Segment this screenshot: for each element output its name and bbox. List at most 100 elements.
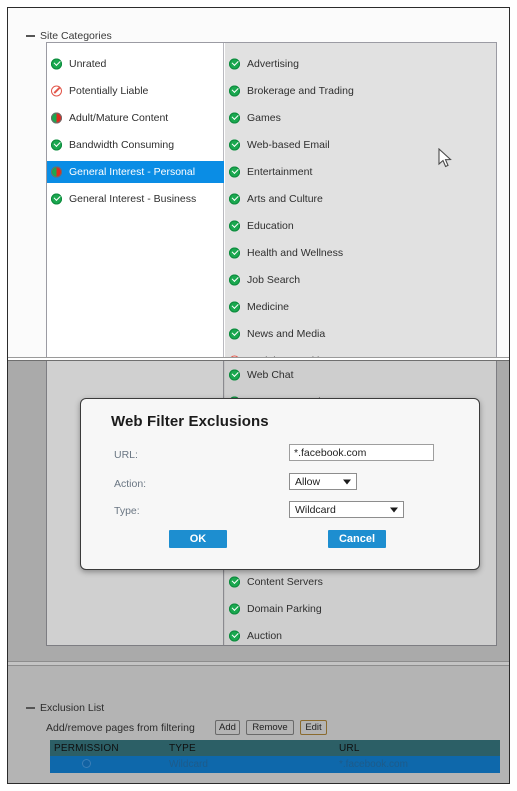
type-select[interactable]: Wildcard xyxy=(289,501,404,518)
category-group-item[interactable]: Potentially Liable xyxy=(47,80,224,102)
screenshot-root: Site Categories Unrated Potentially Liab… xyxy=(0,0,517,791)
status-allow-icon xyxy=(229,167,240,178)
status-mixed-icon xyxy=(51,167,62,178)
cell-url: *.facebook.com xyxy=(335,756,500,773)
cell-type: Wildcard xyxy=(165,756,335,773)
category-item[interactable]: Arts and Culture xyxy=(225,188,323,210)
table-row[interactable]: Wildcard *.facebook.com xyxy=(50,756,500,773)
category-group-label: General Interest - Personal xyxy=(69,166,195,178)
category-item[interactable]: Job Search xyxy=(225,269,300,291)
category-group-item[interactable]: Unrated xyxy=(47,53,224,75)
status-allow-icon xyxy=(229,370,240,381)
category-group-label: Potentially Liable xyxy=(69,85,148,97)
exclusion-list-description: Add/remove pages from filtering xyxy=(46,722,195,734)
status-mixed-icon xyxy=(51,113,62,124)
status-allow-icon xyxy=(229,329,240,340)
category-item[interactable]: Content Servers xyxy=(225,571,323,593)
category-item[interactable]: Brokerage and Trading xyxy=(225,80,354,102)
ok-button[interactable]: OK xyxy=(169,530,227,548)
status-allow-icon xyxy=(229,275,240,286)
exclusion-list-section-header[interactable]: Exclusion List xyxy=(26,702,104,714)
cancel-button[interactable]: Cancel xyxy=(328,530,386,548)
status-allow-icon xyxy=(229,248,240,259)
category-label: Entertainment xyxy=(247,166,312,178)
column-header-type[interactable]: TYPE xyxy=(165,740,335,756)
category-label: Auction xyxy=(247,630,282,642)
category-label: Health and Wellness xyxy=(247,247,343,259)
status-block-icon xyxy=(51,86,62,97)
minus-icon[interactable] xyxy=(26,35,35,37)
category-label: Games xyxy=(247,112,281,124)
status-allow-icon xyxy=(229,113,240,124)
site-categories-region: Site Categories Unrated Potentially Liab… xyxy=(8,8,509,357)
category-label: News and Media xyxy=(247,328,325,340)
column-header-permission[interactable]: PERMISSION xyxy=(50,740,165,756)
status-allow-icon xyxy=(51,59,62,70)
status-allow-icon xyxy=(229,604,240,615)
category-item[interactable]: Domain Parking xyxy=(225,598,322,620)
category-label: Medicine xyxy=(247,301,289,313)
category-item[interactable]: Web-based Email xyxy=(225,134,330,156)
page-frame: Site Categories Unrated Potentially Liab… xyxy=(7,7,510,784)
status-allow-icon xyxy=(229,577,240,588)
url-input[interactable] xyxy=(289,444,434,461)
web-filter-exclusions-dialog: Web Filter Exclusions URL: Action: Allow… xyxy=(80,398,480,570)
add-button[interactable]: Add xyxy=(215,720,240,735)
category-item[interactable]: Games xyxy=(225,107,281,129)
edit-button[interactable]: Edit xyxy=(300,720,327,735)
category-group-label: General Interest - Business xyxy=(69,193,196,205)
category-label: Education xyxy=(247,220,294,232)
category-label: Job Search xyxy=(247,274,300,286)
status-allow-icon xyxy=(229,221,240,232)
category-panel: Unrated Potentially Liable Adult/Mature … xyxy=(46,42,497,357)
category-item[interactable]: Social Networking xyxy=(225,350,331,357)
category-group-item-selected[interactable]: General Interest - Personal xyxy=(47,161,224,183)
status-allow-icon xyxy=(229,86,240,97)
type-select-value: Wildcard xyxy=(295,504,336,516)
status-allow-icon xyxy=(229,631,240,642)
category-item[interactable]: Education xyxy=(225,215,294,237)
action-select-value: Allow xyxy=(295,476,320,488)
category-label: Web Chat xyxy=(247,369,294,381)
category-group-item[interactable]: General Interest - Business xyxy=(47,188,224,210)
table-header-row: PERMISSION TYPE URL xyxy=(50,740,500,756)
column-header-url[interactable]: URL xyxy=(335,740,500,756)
category-list-column: Advertising Brokerage and Trading Games … xyxy=(225,43,497,357)
category-label: Brokerage and Trading xyxy=(247,85,354,97)
permission-status-icon xyxy=(82,759,91,768)
category-group-item[interactable]: Bandwidth Consuming xyxy=(47,134,224,156)
exclusion-list-title: Exclusion List xyxy=(40,702,104,714)
category-group-label: Unrated xyxy=(69,58,106,70)
site-categories-title: Site Categories xyxy=(40,30,112,42)
category-group-item[interactable]: Adult/Mature Content xyxy=(47,107,224,129)
site-categories-section-header[interactable]: Site Categories xyxy=(26,30,112,42)
action-select[interactable]: Allow xyxy=(289,473,357,490)
category-group-column: Unrated Potentially Liable Adult/Mature … xyxy=(47,43,224,357)
status-allow-icon xyxy=(229,302,240,313)
category-item[interactable]: Entertainment xyxy=(225,161,312,183)
category-label: Advertising xyxy=(247,58,299,70)
category-item[interactable]: Medicine xyxy=(225,296,289,318)
category-item[interactable]: Advertising xyxy=(225,53,299,75)
status-allow-icon xyxy=(229,59,240,70)
status-allow-icon xyxy=(229,140,240,151)
category-item[interactable]: Health and Wellness xyxy=(225,242,343,264)
cell-permission xyxy=(50,756,165,773)
category-item[interactable]: Auction xyxy=(225,625,282,646)
status-allow-icon xyxy=(229,194,240,205)
chevron-down-icon xyxy=(390,507,398,512)
category-label: Arts and Culture xyxy=(247,193,323,205)
category-item[interactable]: Web Chat xyxy=(225,364,294,386)
minus-icon[interactable] xyxy=(26,707,35,709)
chevron-down-icon xyxy=(343,479,351,484)
category-group-label: Bandwidth Consuming xyxy=(69,139,174,151)
category-label: Domain Parking xyxy=(247,603,322,615)
category-label: Content Servers xyxy=(247,576,323,588)
status-allow-icon xyxy=(51,140,62,151)
remove-button[interactable]: Remove xyxy=(246,720,294,735)
url-label: URL: xyxy=(114,449,138,461)
category-item[interactable]: News and Media xyxy=(225,323,325,345)
category-group-label: Adult/Mature Content xyxy=(69,112,168,124)
dialog-title: Web Filter Exclusions xyxy=(111,413,269,430)
category-label: Web-based Email xyxy=(247,139,330,151)
